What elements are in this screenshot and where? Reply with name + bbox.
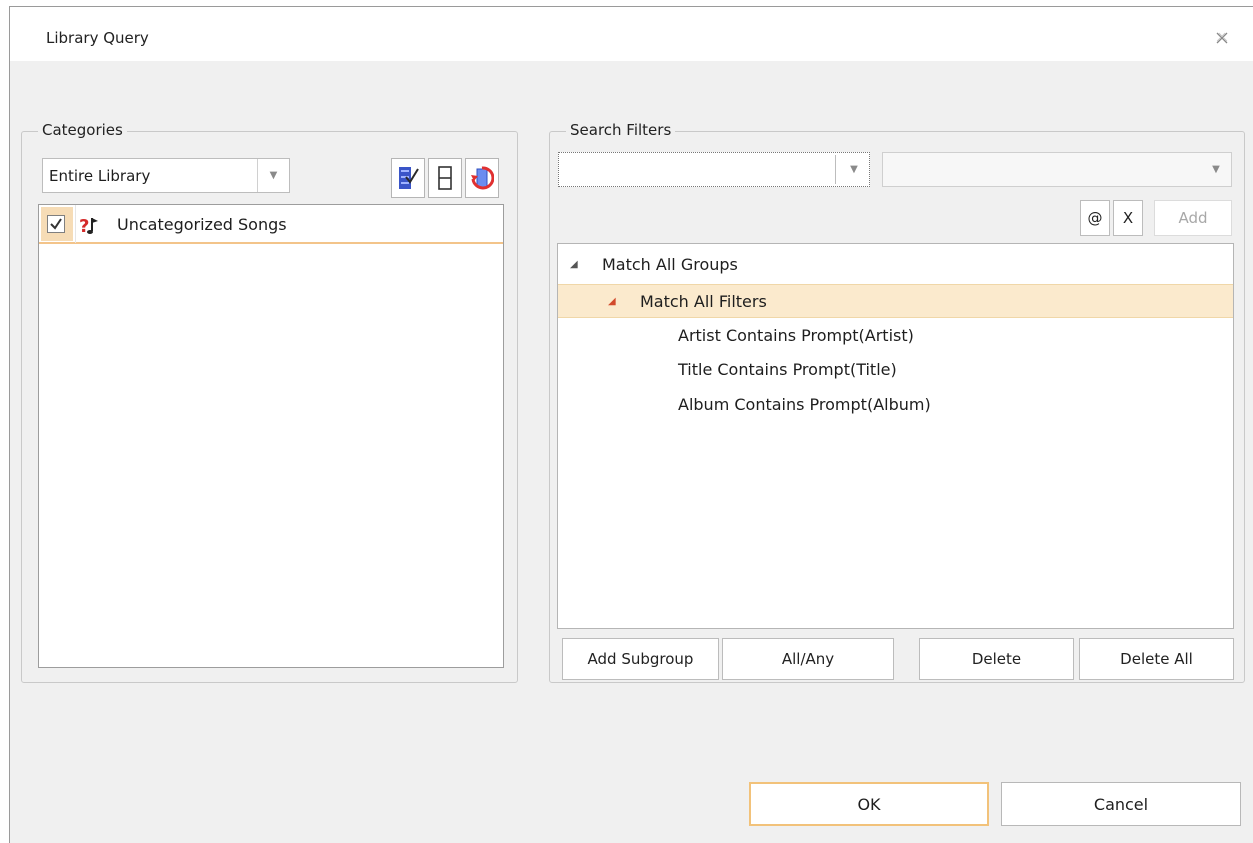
- chevron-down-icon[interactable]: ▼: [1201, 153, 1231, 186]
- tree-node-filter[interactable]: Artist Contains Prompt(Artist): [558, 319, 1233, 353]
- library-scope-value: Entire Library: [49, 167, 151, 185]
- tree-node-match-all-groups[interactable]: ◢ Match All Groups: [558, 248, 1233, 282]
- tree-node-filter[interactable]: Title Contains Prompt(Title): [558, 353, 1233, 387]
- window-title: Library Query: [46, 29, 149, 47]
- chevron-down-icon[interactable]: ▼: [839, 153, 869, 186]
- categories-groupbox: Categories Entire Library ▼ ? Uncategori…: [21, 121, 518, 683]
- title-bar: Library Query: [10, 7, 1253, 61]
- add-subgroup-button[interactable]: Add Subgroup: [562, 638, 719, 680]
- add-filter-button[interactable]: Add: [1154, 200, 1232, 236]
- category-label: Uncategorized Songs: [117, 215, 287, 234]
- delete-button[interactable]: Delete: [919, 638, 1074, 680]
- expand-triangle-icon[interactable]: ◢: [608, 296, 616, 307]
- tree-node-filter[interactable]: Album Contains Prompt(Album): [558, 388, 1233, 422]
- category-checkbox[interactable]: [47, 215, 65, 233]
- split-view-button[interactable]: [428, 158, 462, 198]
- filter-field-input[interactable]: [561, 155, 836, 184]
- checklist-icon: [399, 167, 419, 189]
- all-any-button[interactable]: All/Any: [722, 638, 894, 680]
- unknown-song-icon: ?: [79, 216, 98, 237]
- filter-operator-dropdown[interactable]: ▼: [882, 152, 1232, 187]
- categories-list[interactable]: ? Uncategorized Songs: [38, 204, 504, 668]
- check-all-button[interactable]: [391, 158, 425, 198]
- tree-node-match-all-filters[interactable]: ◢ Match All Filters: [558, 284, 1233, 318]
- clear-filter-button[interactable]: X: [1113, 200, 1143, 236]
- refresh-button[interactable]: [465, 158, 499, 198]
- library-scope-dropdown[interactable]: Entire Library ▼: [42, 158, 290, 193]
- close-button[interactable]: [1209, 25, 1235, 51]
- search-filters-groupbox: Search Filters ▼ ▼ @ X Add ◢ Match All G…: [549, 121, 1245, 683]
- category-item-uncategorized[interactable]: ? Uncategorized Songs: [39, 205, 503, 244]
- search-filters-legend: Search Filters: [566, 121, 676, 139]
- filter-field-dropdown[interactable]: ▼: [558, 152, 870, 187]
- check-icon: [50, 218, 62, 230]
- insert-prompt-button[interactable]: @: [1080, 200, 1110, 236]
- split-icon: [438, 166, 452, 190]
- expand-triangle-icon[interactable]: ◢: [570, 259, 578, 270]
- svg-text:?: ?: [79, 216, 89, 237]
- delete-all-button[interactable]: Delete All: [1079, 638, 1234, 680]
- filter-tree[interactable]: ◢ Match All Groups ◢ Match All Filters A…: [557, 243, 1234, 629]
- tree-node-label: Match All Groups: [602, 255, 738, 274]
- chevron-down-icon[interactable]: ▼: [257, 159, 289, 192]
- library-query-dialog: Library Query Categories Entire Library …: [9, 6, 1253, 843]
- cancel-button[interactable]: Cancel: [1001, 782, 1241, 826]
- tree-node-label: Artist Contains Prompt(Artist): [678, 326, 914, 345]
- categories-legend: Categories: [38, 121, 127, 139]
- tree-node-label: Album Contains Prompt(Album): [678, 395, 931, 414]
- row-separator: [75, 205, 76, 243]
- tree-node-label: Title Contains Prompt(Title): [678, 360, 897, 379]
- tree-node-label: Match All Filters: [640, 292, 767, 311]
- ok-button[interactable]: OK: [749, 782, 989, 826]
- close-icon: [1216, 32, 1228, 44]
- refresh-icon: [471, 166, 494, 190]
